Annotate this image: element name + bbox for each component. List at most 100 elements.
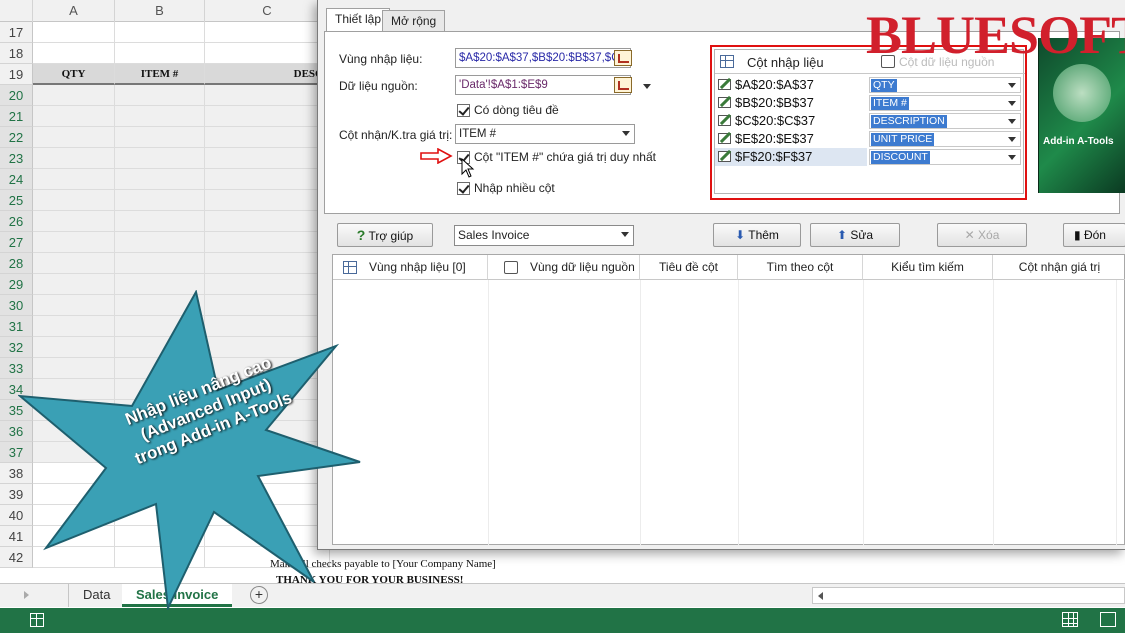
normal-view-icon[interactable] (1062, 612, 1078, 627)
th-input-range[interactable]: Vùng nhập liệu [0] (333, 255, 488, 280)
edit-button[interactable]: ⬆ Sửa (810, 223, 900, 247)
delete-x-icon: ✕ (964, 228, 975, 242)
row-header[interactable]: 22 (0, 127, 33, 148)
row-header[interactable]: 21 (0, 106, 33, 127)
th-receive-column[interactable]: Cột nhận giá trị (993, 255, 1125, 280)
mouse-cursor-icon (461, 158, 475, 178)
status-bar (0, 608, 1125, 633)
grid-cell[interactable] (33, 148, 115, 169)
column-divider (863, 280, 864, 545)
select-all-corner[interactable] (0, 0, 33, 22)
grid-cell[interactable] (33, 211, 115, 232)
grid-cell[interactable] (115, 43, 205, 64)
check-column-dropdown-icon[interactable] (622, 131, 630, 136)
scroll-left-icon[interactable] (818, 592, 823, 600)
grid-cell[interactable] (33, 43, 115, 64)
macro-record-icon[interactable] (30, 613, 44, 627)
row-header[interactable]: 25 (0, 190, 33, 211)
arrow-up-icon: ⬆ (836, 228, 847, 242)
delete-button-label: Xóa (978, 228, 1000, 242)
horizontal-scrollbar[interactable] (812, 587, 1125, 604)
close-button-label: Đón (1083, 228, 1106, 242)
row-header[interactable]: 27 (0, 232, 33, 253)
mapping-table[interactable]: Vùng nhập liệu [0] Vùng dữ liệu nguồn Ti… (332, 254, 1125, 545)
row-header[interactable]: 28 (0, 253, 33, 274)
grid-cell[interactable] (115, 253, 205, 274)
grid-cell[interactable] (205, 106, 330, 127)
grid-cell[interactable] (115, 148, 205, 169)
column-header-b[interactable]: B (115, 0, 205, 22)
column-header-c[interactable]: C (205, 0, 330, 22)
th-source-range[interactable]: Vùng dữ liệu nguồn (488, 255, 640, 280)
grid-cell[interactable] (115, 127, 205, 148)
th-column-title[interactable]: Tiêu đề cột (640, 255, 738, 280)
grid-cell[interactable] (115, 169, 205, 190)
arrow-down-icon: ⬇ (735, 228, 746, 242)
grid-cell[interactable] (115, 106, 205, 127)
th-source-range-label: Vùng dữ liệu nguồn (530, 260, 635, 274)
check-column-select[interactable]: ITEM # (455, 124, 635, 144)
preset-select[interactable]: Sales Invoice (454, 225, 634, 246)
grid-cell[interactable] (205, 211, 330, 232)
header-description[interactable]: DESC (205, 64, 330, 85)
source-data-field[interactable]: 'Data'!$A$1:$E$9 (455, 75, 631, 95)
grid-cell[interactable] (205, 127, 330, 148)
grid-cell[interactable] (115, 211, 205, 232)
column-divider (488, 280, 489, 545)
product-title: Add-in A-Tools (1043, 136, 1114, 147)
grid-cell[interactable] (205, 148, 330, 169)
grid-cell[interactable] (205, 253, 330, 274)
th-search-by[interactable]: Tìm theo cột (738, 255, 863, 280)
row-header[interactable]: 26 (0, 211, 33, 232)
grid-cell[interactable] (33, 169, 115, 190)
close-button[interactable]: ▮ Đón (1063, 223, 1125, 247)
column-divider (738, 280, 739, 545)
grid-cell[interactable] (33, 190, 115, 211)
grid-cell[interactable] (33, 253, 115, 274)
row-header[interactable]: 19 (0, 64, 33, 85)
source-dropdown-icon[interactable] (643, 84, 651, 89)
grid-cell[interactable] (115, 190, 205, 211)
grid-cell[interactable] (205, 85, 330, 106)
page-layout-view-icon[interactable] (1100, 612, 1116, 627)
row-header[interactable]: 18 (0, 43, 33, 64)
column-divider (993, 280, 994, 545)
starburst-callout (18, 290, 361, 610)
red-pointer-arrow-icon (420, 148, 453, 164)
header-qty[interactable]: QTY (33, 64, 115, 85)
tab-setup[interactable]: Thiết lập (326, 8, 391, 32)
grid-cell[interactable] (205, 169, 330, 190)
grid-cell[interactable] (205, 43, 330, 64)
source-picker-icon[interactable] (614, 77, 632, 93)
grid-cell[interactable] (205, 22, 330, 43)
grid-cell[interactable] (205, 190, 330, 211)
grid-cell[interactable] (33, 22, 115, 43)
column-divider (640, 280, 641, 545)
row-header[interactable]: 23 (0, 148, 33, 169)
grid-cell[interactable] (115, 232, 205, 253)
row-header[interactable]: 20 (0, 85, 33, 106)
th-search-type[interactable]: Kiểu tìm kiếm (863, 255, 993, 280)
column-header-a[interactable]: A (33, 0, 115, 22)
grid-cell[interactable] (33, 127, 115, 148)
header-item[interactable]: ITEM # (115, 64, 205, 85)
grid-cell[interactable] (33, 106, 115, 127)
tab-extended[interactable]: Mở rộng (382, 10, 446, 32)
delete-button[interactable]: ✕ Xóa (937, 223, 1027, 247)
row-header[interactable]: 17 (0, 22, 33, 43)
add-button[interactable]: ⬇ Thêm (713, 223, 801, 247)
range-picker-icon[interactable] (614, 50, 632, 66)
grid-cell[interactable] (33, 232, 115, 253)
has-header-checkbox[interactable] (457, 104, 470, 117)
preset-dropdown-icon[interactable] (621, 232, 629, 237)
grid-cell[interactable] (115, 22, 205, 43)
grid-cell[interactable] (205, 232, 330, 253)
check-column-label: Cột nhận/K.tra giá trị: (339, 128, 453, 142)
input-range-field[interactable]: $A$20:$A$37,$B$20:$B$37,$C$ (455, 48, 631, 68)
multi-column-checkbox[interactable] (457, 182, 470, 195)
help-button[interactable]: ? Trợ giúp (337, 223, 433, 247)
row-header[interactable]: 24 (0, 169, 33, 190)
grid-cell[interactable] (115, 85, 205, 106)
table-icon (343, 261, 357, 274)
grid-cell[interactable] (33, 85, 115, 106)
